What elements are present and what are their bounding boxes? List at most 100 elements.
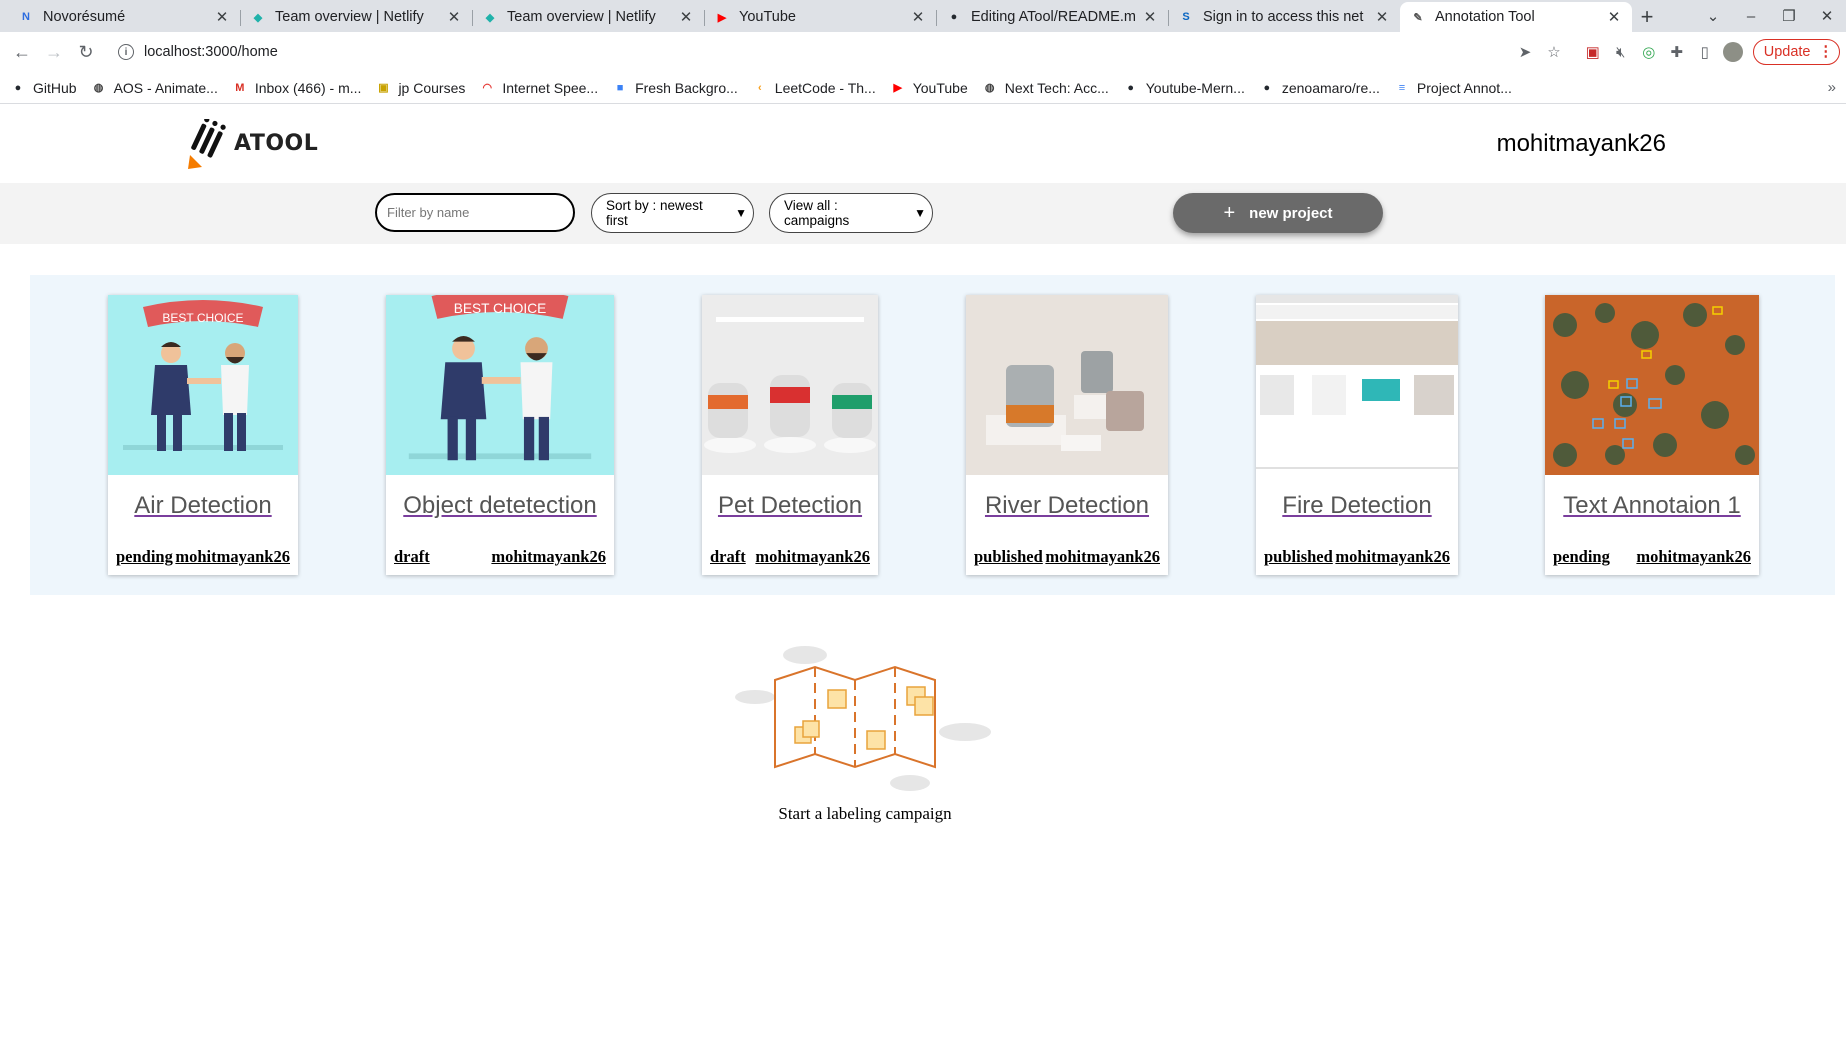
project-status[interactable]: draft <box>710 547 746 567</box>
forward-button[interactable]: → <box>38 36 70 68</box>
restore-icon[interactable]: ❐ <box>1770 7 1808 25</box>
address-bar[interactable]: i localhost:3000/home ➤ ☆ <box>108 37 1571 67</box>
project-title-link[interactable]: Air Detection <box>108 492 298 520</box>
project-status[interactable]: published <box>974 547 1043 567</box>
project-owner[interactable]: mohitmayank26 <box>1335 547 1450 567</box>
close-tab-icon[interactable]: ✕ <box>1374 8 1390 26</box>
browser-tabstrip: N Novorésumé ✕ ◆ Team overview | Netlify ✕ ◆ Te… <box>0 0 1846 32</box>
bookmark-list: ● GitHub ◍ AOS - Animate... M Inbox (466) - m… <box>10 80 1526 96</box>
project-title-link[interactable]: Text Annotaion 1 <box>1545 492 1759 520</box>
project-owner[interactable]: mohitmayank26 <box>1045 547 1160 567</box>
bookmark-item[interactable]: ◍ AOS - Animate... <box>91 80 218 96</box>
bookmark-label: zenoamaro/re... <box>1281 79 1380 96</box>
reload-button[interactable]: ↻ <box>70 36 102 68</box>
docs-icon: ≡ <box>1398 81 1406 94</box>
send-tab-icon[interactable]: ➤ <box>1519 43 1532 61</box>
bookmark-label: YouTube <box>912 79 968 96</box>
project-status[interactable]: draft <box>394 547 430 567</box>
new-project-button[interactable]: + new project <box>1173 193 1383 233</box>
bookmark-item[interactable]: ■ Fresh Backgro... <box>612 80 738 96</box>
project-card[interactable]: Fire Detection published mohitmayank26 <box>1256 295 1458 575</box>
bookmark-item[interactable]: ● Youtube-Mern... <box>1123 80 1244 96</box>
github-icon: ● <box>1127 81 1135 94</box>
site-info-icon[interactable]: i <box>118 44 134 60</box>
bookmark-item[interactable]: ‹ LeetCode - Th... <box>752 80 876 96</box>
close-window-icon[interactable]: ✕ <box>1808 7 1846 25</box>
bookmark-label: LeetCode - Th... <box>774 79 876 96</box>
tab-favicon-icon: S <box>1182 11 1190 23</box>
project-status[interactable]: published <box>1264 547 1333 567</box>
bookmark-item[interactable]: ◠ Internet Spee... <box>479 80 599 96</box>
browser-tab[interactable]: N Novorésumé ✕ <box>8 2 240 32</box>
bookmark-item[interactable]: ▣ jp Courses <box>375 80 465 96</box>
project-card[interactable]: Pet Detection draft mohitmayank26 <box>702 295 878 575</box>
profile-avatar[interactable] <box>1719 38 1747 66</box>
project-title-link[interactable]: Fire Detection <box>1256 492 1458 520</box>
project-owner[interactable]: mohitmayank26 <box>175 547 290 567</box>
courses-icon: ▣ <box>378 82 389 94</box>
project-owner[interactable]: mohitmayank26 <box>1636 547 1751 567</box>
project-card[interactable]: BEST CHOICE Object detetection draft mohi… <box>386 295 614 575</box>
bookmark-item[interactable]: ● zenoamaro/re... <box>1259 80 1380 96</box>
close-tab-icon[interactable]: ✕ <box>678 8 694 26</box>
new-project-label: new project <box>1249 204 1333 222</box>
tab-search-icon[interactable]: ⌄ <box>1694 7 1732 25</box>
more-bookmarks-icon[interactable]: » <box>1828 79 1836 96</box>
leetcode-icon: ‹ <box>757 81 762 94</box>
browser-tab[interactable]: ◆ Team overview | Netlify ✕ <box>472 2 704 32</box>
app-header: ATOOL mohitmayank26 <box>0 104 1846 183</box>
side-panel-icon[interactable]: ▯ <box>1691 38 1719 66</box>
project-thumbnail <box>1256 295 1458 475</box>
back-button[interactable]: ← <box>6 36 38 68</box>
browser-tab[interactable]: ▶ YouTube ✕ <box>704 2 936 32</box>
bookmark-label: Fresh Backgro... <box>635 79 738 96</box>
project-card[interactable]: BEST CHOICE Air Detection pending mohitma… <box>108 295 298 575</box>
project-owner[interactable]: mohitmayank26 <box>491 547 606 567</box>
project-status[interactable]: pending <box>1553 547 1610 567</box>
bookmark-label: GitHub <box>33 79 77 96</box>
project-status[interactable]: pending <box>116 547 173 567</box>
browser-tab[interactable]: ● Editing ATool/README.m ✕ <box>936 2 1168 32</box>
close-tab-icon[interactable]: ✕ <box>446 8 462 26</box>
project-card[interactable]: Text Annotaion 1 pending mohitmayank26 <box>1545 295 1759 575</box>
extension-icon[interactable]: ◎ <box>1635 38 1663 66</box>
logo-text: ATOOL <box>234 131 319 156</box>
project-owner[interactable]: mohitmayank26 <box>755 547 870 567</box>
tab-title: Team overview | Netlify <box>507 9 656 25</box>
bookmark-item[interactable]: ▶ YouTube <box>890 79 968 96</box>
sort-select[interactable]: Sort by : newest first ▼ <box>591 193 754 233</box>
url-text[interactable]: localhost:3000/home <box>144 44 1503 60</box>
gmail-icon: M <box>235 81 245 94</box>
bookmark-item[interactable]: ◍ Next Tech: Acc... <box>982 80 1109 96</box>
close-tab-icon[interactable]: ✕ <box>910 8 926 26</box>
bookmark-star-icon[interactable]: ☆ <box>1547 43 1560 61</box>
filter-by-name-input[interactable] <box>375 193 575 232</box>
project-title-link[interactable]: Object detetection <box>386 492 614 520</box>
extension-icon[interactable]: ▣ <box>1579 38 1607 66</box>
bookmark-label: Next Tech: Acc... <box>1004 79 1109 96</box>
close-tab-icon[interactable]: ✕ <box>1606 8 1622 26</box>
bookmark-item[interactable]: ● GitHub <box>10 80 77 96</box>
bookmark-label: Inbox (466) - m... <box>254 79 362 96</box>
tab-favicon-icon: ● <box>950 11 958 23</box>
close-tab-icon[interactable]: ✕ <box>214 8 230 26</box>
browser-tab[interactable]: S Sign in to access this net ✕ <box>1168 2 1400 32</box>
view-select[interactable]: View all : campaigns ▼ <box>769 193 933 233</box>
project-thumbnail: BEST CHOICE <box>108 295 298 475</box>
mute-icon[interactable]: 🔇︎ <box>1607 38 1635 66</box>
projects-grid: BEST CHOICE Air Detection pending mohitma… <box>30 275 1835 595</box>
close-tab-icon[interactable]: ✕ <box>1142 8 1158 26</box>
bookmark-item[interactable]: M Inbox (466) - m... <box>232 79 362 96</box>
update-button[interactable]: Update ⋮ <box>1752 39 1840 65</box>
minimize-icon[interactable]: – <box>1732 8 1770 25</box>
project-title-link[interactable]: River Detection <box>966 492 1168 520</box>
atool-logo[interactable]: ATOOL <box>188 118 319 169</box>
project-title-link[interactable]: Pet Detection <box>702 492 878 520</box>
bookmark-item[interactable]: ≡ Project Annot... <box>1394 80 1512 96</box>
new-tab-button[interactable]: + <box>1632 2 1662 32</box>
puzzle-icon[interactable]: ✚ <box>1663 38 1691 66</box>
browser-tab[interactable]: ✎ Annotation Tool ✕ <box>1400 2 1632 32</box>
project-card[interactable]: River Detection published mohitmayank26 <box>966 295 1168 575</box>
github-icon: ● <box>14 81 22 94</box>
browser-tab[interactable]: ◆ Team overview | Netlify ✕ <box>240 2 472 32</box>
